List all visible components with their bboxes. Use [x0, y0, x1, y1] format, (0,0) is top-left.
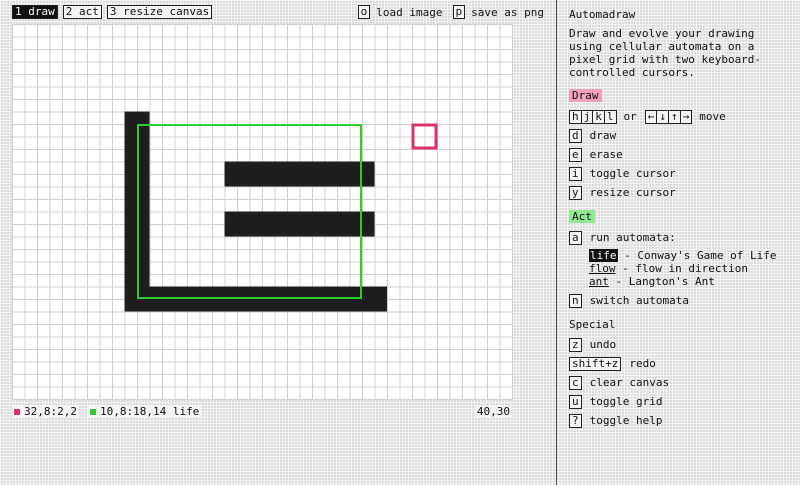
top-bar: 1 draw 2 act 3 resize canvas o load imag…: [12, 5, 544, 21]
load-image-label: load image: [376, 5, 443, 19]
redo-row: shift+z redo: [569, 354, 791, 373]
green-cursor-coords: 10,8:18,14 life: [100, 405, 200, 418]
pink-cursor-coords: 32,8:2,2: [24, 405, 77, 418]
move-label: move: [699, 110, 726, 123]
automata-list: life - Conway's Game of Life flow - flow…: [589, 249, 791, 288]
automata-flow-desc: - flow in direction: [615, 262, 748, 275]
act-section-label: Act: [569, 210, 595, 223]
undo-label: undo: [589, 338, 617, 351]
filled-block-3: [224, 211, 375, 237]
key-e[interactable]: e: [569, 147, 582, 162]
save-png-label: save as png: [471, 5, 544, 19]
redo-label: redo: [629, 357, 656, 370]
erase-label: erase: [589, 148, 623, 161]
help-panel: Automadraw Draw and evolve your drawing …: [569, 8, 791, 438]
status-bar: 32,8:2,2 10,8:18,14 life 40,30: [12, 405, 512, 419]
automata-life-name: life: [589, 249, 618, 262]
resize-cursor-row: y resize cursor: [569, 183, 791, 202]
grid-size-status: 40,30: [474, 405, 512, 418]
key-z[interactable]: z: [569, 337, 582, 352]
app-title: Automadraw: [569, 8, 636, 21]
automata-flow-name: flow: [589, 262, 616, 275]
move-row: h j k l or ← ↓ ↑ → move: [569, 107, 791, 126]
or-label: or: [623, 110, 637, 123]
key-y[interactable]: y: [569, 185, 582, 200]
panel-divider: [556, 0, 557, 485]
key-c[interactable]: c: [569, 375, 582, 390]
arrow-keys: ← ↓ ↑ →: [644, 109, 693, 124]
tab-resize-canvas[interactable]: 3 resize canvas: [106, 5, 213, 19]
toggle-help-row: ? toggle help: [569, 411, 791, 430]
toggle-grid-label: toggle grid: [589, 395, 663, 408]
key-i[interactable]: i: [569, 166, 582, 181]
key-shift-z[interactable]: shift+z: [569, 356, 622, 371]
key-question[interactable]: ?: [569, 413, 582, 428]
pink-cursor-status: 32,8:2,2: [12, 405, 79, 418]
special-section-label: Special: [569, 318, 616, 331]
arrow-right-icon[interactable]: →: [679, 109, 693, 124]
switch-automata-label: switch automata: [589, 294, 689, 307]
key-n[interactable]: n: [569, 293, 582, 308]
erase-row: e erase: [569, 145, 791, 164]
key-l[interactable]: l: [603, 109, 617, 124]
filled-block-2: [224, 161, 375, 187]
clear-canvas-label: clear canvas: [589, 376, 670, 389]
run-automata-label: run automata:: [589, 231, 676, 244]
save-png-key: p: [452, 5, 466, 19]
automata-ant-desc: - Langton's Ant: [608, 275, 715, 288]
toggle-cursor-label: toggle cursor: [589, 167, 676, 180]
key-d[interactable]: d: [569, 128, 582, 143]
toggle-grid-row: u toggle grid: [569, 392, 791, 411]
drawing-canvas[interactable]: [12, 24, 513, 400]
top-actions: o load image p save as png: [357, 5, 544, 19]
mode-tabs: 1 draw 2 act 3 resize canvas: [12, 5, 213, 19]
canvas-layer: [124, 111, 438, 312]
switch-automata-row: n switch automata: [569, 291, 791, 310]
draw-row: d draw: [569, 126, 791, 145]
pink-cursor[interactable]: [411, 123, 438, 150]
draw-label: draw: [589, 129, 617, 142]
hjkl-keys: h j k l: [569, 109, 617, 124]
toggle-cursor-row: i toggle cursor: [569, 164, 791, 183]
pink-cursor-swatch: [14, 408, 20, 415]
load-image-button[interactable]: o load image: [357, 5, 443, 19]
load-image-key: o: [357, 5, 371, 19]
save-png-button[interactable]: p save as png: [452, 5, 544, 19]
key-a[interactable]: a: [569, 230, 582, 245]
automata-life[interactable]: life - Conway's Game of Life: [589, 249, 791, 262]
clear-canvas-row: c clear canvas: [569, 373, 791, 392]
automata-life-desc: - Conway's Game of Life: [617, 249, 777, 262]
undo-row: z undo: [569, 335, 791, 354]
automata-flow[interactable]: flow - flow in direction: [589, 262, 791, 275]
automata-ant-name: ant: [589, 275, 609, 288]
green-cursor-status: 10,8:18,14 life: [88, 405, 202, 418]
green-cursor-swatch: [90, 408, 96, 415]
tab-draw[interactable]: 1 draw: [12, 5, 58, 19]
tab-act[interactable]: 2 act: [62, 5, 102, 19]
toggle-help-label: toggle help: [589, 414, 663, 427]
key-u[interactable]: u: [569, 394, 582, 409]
app-description: Draw and evolve your drawing using cellu…: [569, 27, 762, 79]
automata-ant[interactable]: ant - Langton's Ant: [589, 275, 791, 288]
draw-section-label: Draw: [569, 89, 602, 102]
resize-cursor-label: resize cursor: [589, 186, 676, 199]
run-automata-row: a run automata:: [569, 228, 791, 247]
grid-size: 40,30: [476, 405, 510, 418]
